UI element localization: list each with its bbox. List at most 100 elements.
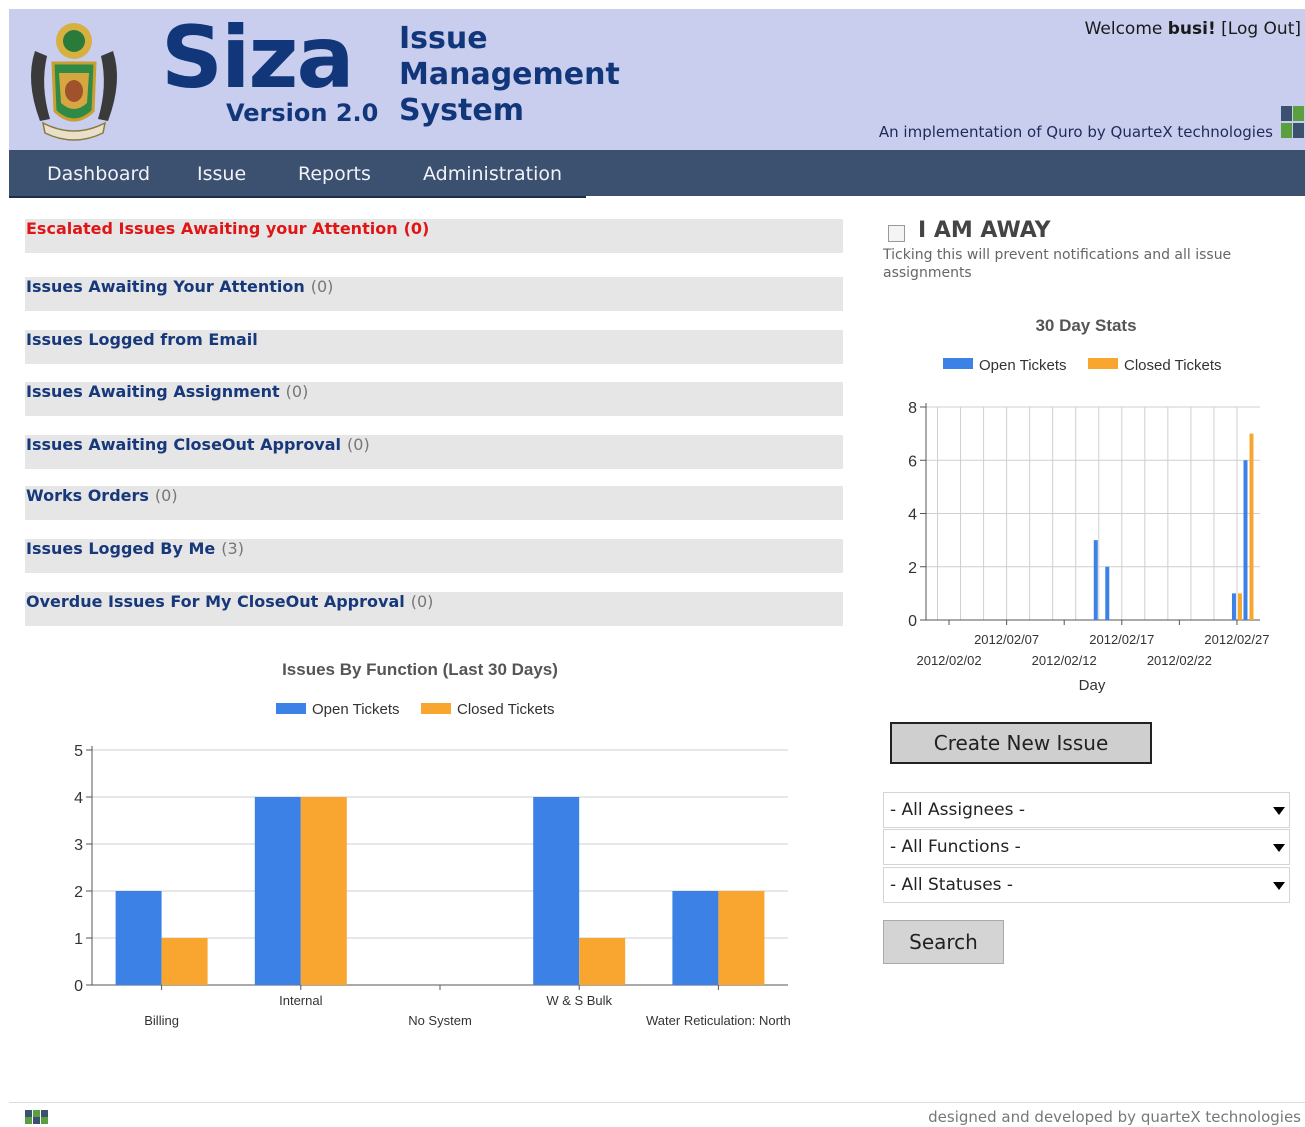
- header-banner: Siza Version 2.0 Issue Management System…: [9, 9, 1305, 150]
- queue-awaiting-attention: Issues Awaiting Your Attention (0): [25, 277, 843, 311]
- away-label: I AM AWAY: [918, 218, 1051, 243]
- y-tick-label: 4: [908, 507, 917, 524]
- queue-overdue-closeout: Overdue Issues For My CloseOut Approval (…: [25, 592, 843, 626]
- chart-title: 30 Day Stats: [1035, 316, 1136, 335]
- issues-by-function-chart: Issues By Function (Last 30 Days) Open Ti…: [74, 660, 791, 1028]
- queue-escalated: Escalated Issues Awaiting your Attention…: [25, 219, 843, 253]
- queue-link[interactable]: Issues Logged By Me (3): [26, 539, 244, 558]
- bar-open: [533, 797, 580, 985]
- x-axis-label: Day: [1079, 677, 1106, 694]
- footer-credit: designed and developed by quarteX techno…: [928, 1108, 1301, 1126]
- system-name: Issue Management System: [399, 21, 620, 129]
- queue-logged-from-email: Issues Logged from Email: [25, 330, 843, 364]
- legend-label-closed: Closed Tickets: [1124, 357, 1222, 374]
- search-button[interactable]: Search: [883, 920, 1004, 964]
- x-tick-label: 2012/02/17: [1089, 632, 1154, 647]
- nav-reports[interactable]: Reports: [298, 163, 371, 185]
- logout-link[interactable]: [Log Out]: [1221, 19, 1301, 39]
- queue-count: (0): [285, 382, 309, 401]
- x-tick-label: 2012/02/02: [916, 653, 981, 668]
- queue-link[interactable]: Issues Awaiting Your Attention (0): [26, 277, 333, 296]
- legend-label-closed: Closed Tickets: [457, 701, 555, 718]
- tagline: An implementation of Quro by QuarteX tec…: [878, 123, 1273, 141]
- coat-of-arms-logo: [31, 23, 117, 141]
- queue-link[interactable]: Issues Awaiting CloseOut Approval (0): [26, 435, 370, 454]
- statuses-select[interactable]: - All Statuses -: [883, 867, 1290, 903]
- queue-logged-by-me: Issues Logged By Me (3): [25, 539, 843, 573]
- functions-select[interactable]: - All Functions -: [883, 829, 1290, 865]
- x-tick-label: Water Reticulation: North: [646, 1013, 791, 1028]
- welcome-message: Welcome busi! [Log Out]: [1085, 19, 1301, 39]
- bar-closed: [1249, 433, 1254, 620]
- y-tick-label: 5: [74, 743, 83, 760]
- welcome-prefix: Welcome: [1084, 19, 1163, 39]
- y-tick-label: 1: [74, 931, 83, 948]
- nav-administration[interactable]: Administration: [423, 163, 562, 185]
- nav-dashboard[interactable]: Dashboard: [47, 163, 150, 185]
- assignees-select-value: - All Assignees -: [890, 800, 1025, 820]
- queue-link[interactable]: Overdue Issues For My CloseOut Approval (…: [26, 592, 433, 611]
- x-tick-label: No System: [408, 1013, 472, 1028]
- nav-underline: [9, 196, 586, 198]
- bar-closed: [1237, 593, 1242, 620]
- x-tick-label: Internal: [279, 993, 322, 1008]
- x-tick-label: 2012/02/22: [1147, 653, 1212, 668]
- queue-label[interactable]: Issues Awaiting Assignment: [26, 382, 280, 401]
- away-checkbox[interactable]: [888, 225, 905, 242]
- legend-swatch-closed: [1088, 358, 1118, 369]
- queue-label[interactable]: Issues Awaiting CloseOut Approval: [26, 435, 341, 454]
- quartex-footer-logo-icon: [25, 1110, 48, 1124]
- x-tick-label: 2012/02/12: [1032, 653, 1097, 668]
- queue-label[interactable]: Escalated Issues Awaiting your Attention: [26, 219, 398, 238]
- queue-link[interactable]: Issues Awaiting Assignment (0): [26, 382, 308, 401]
- chevron-down-icon: [1273, 844, 1285, 852]
- footer-divider: [9, 1102, 1305, 1103]
- username: busi!: [1167, 19, 1216, 39]
- queue-count: (0): [410, 592, 434, 611]
- y-tick-label: 2: [74, 884, 83, 901]
- chevron-down-icon: [1273, 807, 1285, 815]
- queue-label[interactable]: Issues Logged By Me: [26, 539, 215, 558]
- queue-label[interactable]: Issues Awaiting Your Attention: [26, 277, 305, 296]
- statuses-select-value: - All Statuses -: [890, 875, 1014, 895]
- legend-label-open: Open Tickets: [312, 701, 400, 718]
- queue-link[interactable]: Issues Logged from Email: [26, 330, 264, 349]
- thirty-day-stats-chart: 30 Day Stats Open Tickets Closed Tickets 0 2…: [908, 316, 1269, 694]
- bar-open: [1105, 566, 1110, 620]
- bar-closed: [579, 938, 626, 985]
- chevron-down-icon: [1273, 882, 1285, 890]
- bar-open: [1243, 460, 1248, 620]
- bar-open: [254, 797, 301, 985]
- nav-issue[interactable]: Issue: [197, 163, 246, 185]
- version-label: Version 2.0: [226, 99, 379, 127]
- queue-label[interactable]: Works Orders: [26, 486, 149, 505]
- y-tick-label: 2: [908, 560, 917, 577]
- legend-swatch-open: [943, 358, 973, 369]
- assignees-select[interactable]: - All Assignees -: [883, 792, 1290, 828]
- y-tick-label: 0: [908, 613, 917, 630]
- queue-label[interactable]: Issues Logged from Email: [26, 330, 258, 349]
- quartex-logo-icon: [1281, 106, 1304, 138]
- queue-works-orders: Works Orders (0): [25, 486, 843, 520]
- create-new-issue-button[interactable]: Create New Issue: [890, 722, 1152, 764]
- y-tick-label: 6: [908, 453, 917, 470]
- queue-closeout-approval: Issues Awaiting CloseOut Approval (0): [25, 435, 843, 469]
- legend-label-open: Open Tickets: [979, 357, 1067, 374]
- queue-link[interactable]: Works Orders (0): [26, 486, 178, 505]
- y-tick-label: 8: [908, 400, 917, 417]
- away-note: Ticking this will prevent notifications …: [883, 247, 1232, 281]
- functions-select-value: - All Functions -: [890, 837, 1021, 857]
- bar-open: [672, 891, 719, 985]
- queue-count: (0): [310, 277, 334, 296]
- bar-open: [1093, 540, 1098, 620]
- bar-open: [1231, 593, 1236, 620]
- queue-link[interactable]: Escalated Issues Awaiting your Attention…: [26, 219, 429, 238]
- bar-closed: [161, 938, 208, 985]
- bar-open: [115, 891, 162, 985]
- system-name-line: Management: [399, 57, 620, 92]
- queue-label[interactable]: Overdue Issues For My CloseOut Approval: [26, 592, 405, 611]
- queue-count: (0): [347, 435, 370, 454]
- chart-title: Issues By Function (Last 30 Days): [282, 660, 558, 679]
- main-navigation: Dashboard Issue Reports Administration: [9, 150, 1305, 196]
- system-name-line: System: [399, 93, 524, 128]
